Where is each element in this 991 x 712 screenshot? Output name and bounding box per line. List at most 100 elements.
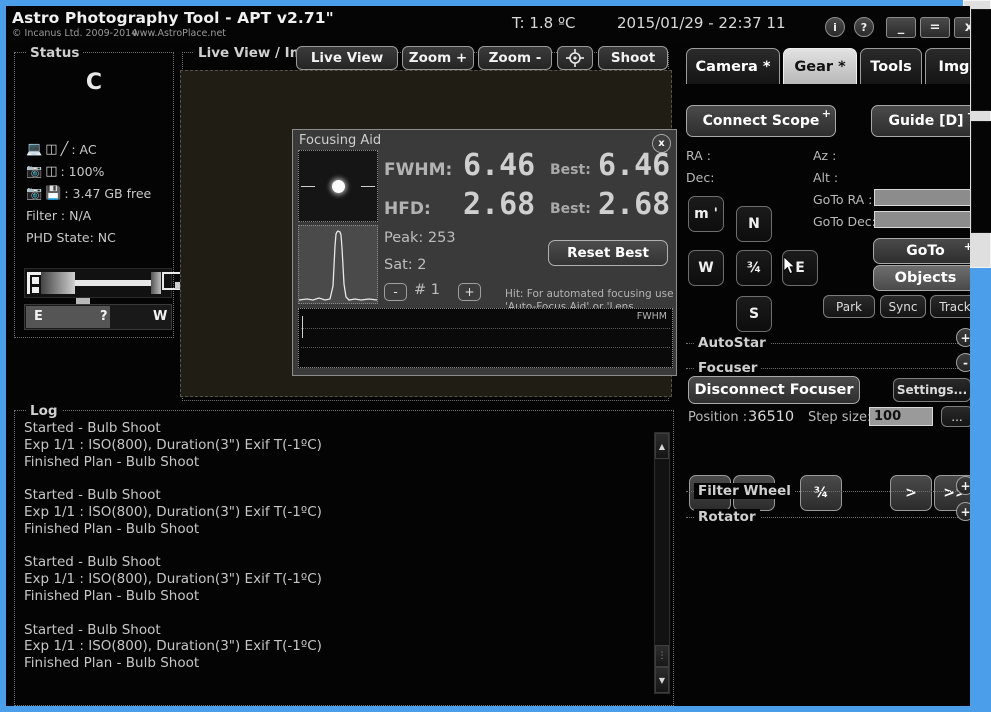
meridian-west-label: W bbox=[153, 309, 168, 324]
step-decrement-button[interactable]: - bbox=[384, 283, 407, 301]
rotator-expand-button[interactable]: + bbox=[956, 502, 970, 521]
close-button[interactable]: x bbox=[954, 17, 970, 38]
tab-camera[interactable]: Camera * bbox=[686, 48, 780, 84]
focuser-settings-button[interactable]: Settings... bbox=[893, 378, 970, 402]
focuser-collapse-button[interactable]: - bbox=[956, 353, 970, 372]
minimize-button[interactable]: _ bbox=[886, 17, 916, 38]
guide-button[interactable]: Guide [D] + bbox=[871, 105, 970, 137]
background-window-box-2 bbox=[971, 121, 991, 233]
background-window-box-1 bbox=[971, 9, 991, 111]
fwhm-label: FWHM: bbox=[384, 160, 453, 180]
scrollbar-thumb[interactable]: ⋮ bbox=[655, 645, 669, 667]
power-status-label: : AC bbox=[71, 142, 97, 157]
az-label: Az : bbox=[813, 148, 837, 163]
fwhm-trace bbox=[302, 316, 303, 338]
right-panel: Camera * Gear * Tools Img Connect Scope … bbox=[678, 48, 970, 706]
fwhm-best-value: 6.46 bbox=[598, 148, 671, 183]
tab-gear[interactable]: Gear * bbox=[783, 48, 857, 84]
reset-best-button[interactable]: Reset Best bbox=[548, 240, 668, 266]
filter-wheel-expand-button[interactable]: + bbox=[956, 476, 970, 495]
focusing-aid-dialog: Focusing Aid x FWHM: 6.46 Best: 6.46 HFD… bbox=[292, 129, 677, 376]
chevron-down-icon[interactable]: ▼ bbox=[655, 667, 669, 693]
zoom-in-button[interactable]: Zoom + bbox=[402, 46, 474, 70]
tab-img[interactable]: Img bbox=[925, 48, 970, 84]
disconnect-focuser-button[interactable]: Disconnect Focuser bbox=[688, 376, 860, 404]
website-text: www.AstroPlace.net bbox=[132, 28, 227, 39]
step-increment-button[interactable]: + bbox=[458, 283, 481, 301]
step-size-more-button[interactable]: ... bbox=[941, 406, 970, 427]
info-icon[interactable]: i bbox=[825, 17, 845, 37]
stop-button[interactable]: ¾ bbox=[736, 250, 772, 286]
goto-dec-label: GoTo Dec: bbox=[813, 214, 876, 229]
objects-button[interactable]: Objects bbox=[873, 265, 970, 291]
status-content: C 💻 ◫ ╱ : AC 📷 ◫ : 100% 📷 💾 : 3.47 GB fr… bbox=[14, 52, 184, 338]
disk-free-label: : 3.47 GB free bbox=[64, 186, 152, 201]
camera-battery-label: : 100% bbox=[60, 164, 105, 179]
move-south-button[interactable]: S bbox=[736, 296, 772, 332]
graph-gridline-2 bbox=[301, 347, 670, 348]
app-title: Astro Photography Tool - APT v2.71" bbox=[12, 9, 334, 27]
move-east-button[interactable]: E bbox=[782, 250, 818, 286]
phd-status: PHD State: NC bbox=[26, 230, 116, 245]
goto-dec-input[interactable] bbox=[874, 211, 970, 228]
guide-label: Guide [D] bbox=[888, 113, 964, 129]
zoom-out-button[interactable]: Zoom - bbox=[478, 46, 552, 70]
hfd-best-label: Best: bbox=[550, 201, 591, 217]
goto-button[interactable]: GoTo + bbox=[873, 238, 970, 264]
battery-icon-2: ◫ bbox=[45, 164, 58, 179]
gradient-swatch-2 bbox=[151, 272, 161, 294]
log-group-label: Log bbox=[26, 403, 62, 419]
log-content: Started - Bulb Shoot Exp 1/1 : ISO(800),… bbox=[24, 420, 322, 672]
track-button[interactable]: Track bbox=[930, 295, 970, 318]
brightness-slider[interactable] bbox=[24, 268, 184, 298]
goto-ra-input[interactable] bbox=[874, 189, 970, 206]
shoot-button[interactable]: Shoot bbox=[598, 46, 668, 70]
camera-icon-2: 📷 bbox=[26, 186, 43, 201]
filter-status: Filter : N/A bbox=[26, 208, 92, 223]
step-size-value: 100 bbox=[874, 409, 902, 424]
meridian-unknown-label: ? bbox=[100, 309, 108, 324]
camera-battery-row: 📷 ◫ : 100% bbox=[26, 164, 104, 179]
fwhm-value: 6.46 bbox=[463, 148, 536, 183]
power-status-row: 💻 ◫ ╱ : AC bbox=[26, 142, 97, 157]
focuser-position-value: 36510 bbox=[748, 409, 795, 425]
chevron-up-icon[interactable]: ▲ bbox=[655, 433, 669, 459]
rate-button[interactable]: m ' bbox=[688, 196, 724, 232]
move-west-button[interactable]: W bbox=[688, 250, 724, 286]
star-dot bbox=[332, 180, 345, 193]
move-north-button[interactable]: N bbox=[736, 206, 772, 242]
graph-gridline-1 bbox=[301, 328, 670, 329]
peak-readout: Peak: 253 bbox=[384, 230, 456, 246]
computer-icon: 💻 bbox=[26, 142, 43, 157]
log-scrollbar[interactable]: ▲ ⋮ ▼ bbox=[654, 432, 670, 694]
rotator-section-label: Rotator bbox=[694, 509, 760, 525]
crosshair-icon[interactable] bbox=[557, 46, 593, 70]
disk-icon: 💾 bbox=[45, 186, 62, 201]
focus-stop-button[interactable]: ¾ bbox=[800, 475, 842, 511]
dec-label: Dec: bbox=[686, 170, 715, 185]
focusing-hint-line1: Hit: For automated focusing use bbox=[505, 288, 674, 300]
copyright-text: © Incanus Ltd. 2009-2014 bbox=[12, 28, 138, 39]
sync-button[interactable]: Sync bbox=[880, 295, 926, 318]
connect-scope-button[interactable]: Connect Scope + bbox=[686, 105, 836, 137]
help-icon[interactable]: ? bbox=[854, 17, 874, 37]
goto-plus-icon: + bbox=[963, 240, 970, 253]
autostar-expand-button[interactable]: + bbox=[956, 328, 970, 347]
meridian-indicator: E ? W bbox=[24, 304, 172, 330]
slider-track[interactable] bbox=[75, 280, 151, 286]
screen: Astro Photography Tool - APT v2.71" © In… bbox=[0, 0, 991, 712]
temperature-readout: T: 1.8 ºC bbox=[512, 14, 576, 32]
hfd-label: HFD: bbox=[384, 199, 431, 219]
fwhm-best-label: Best: bbox=[550, 162, 591, 178]
maximize-button[interactable]: = bbox=[920, 17, 950, 38]
hfd-value: 2.68 bbox=[463, 187, 536, 222]
live-view-button[interactable]: Live View bbox=[296, 46, 398, 70]
meridian-east-label: E bbox=[34, 309, 43, 324]
tab-tools[interactable]: Tools bbox=[860, 48, 922, 84]
focus-in-button[interactable]: > bbox=[890, 475, 932, 511]
step-size-input[interactable]: 100 bbox=[869, 407, 933, 426]
goto-label: GoTo bbox=[906, 243, 945, 259]
sat-readout: Sat: 2 bbox=[384, 257, 427, 273]
park-button[interactable]: Park bbox=[823, 295, 875, 318]
autostar-section-label: AutoStar bbox=[694, 335, 770, 351]
